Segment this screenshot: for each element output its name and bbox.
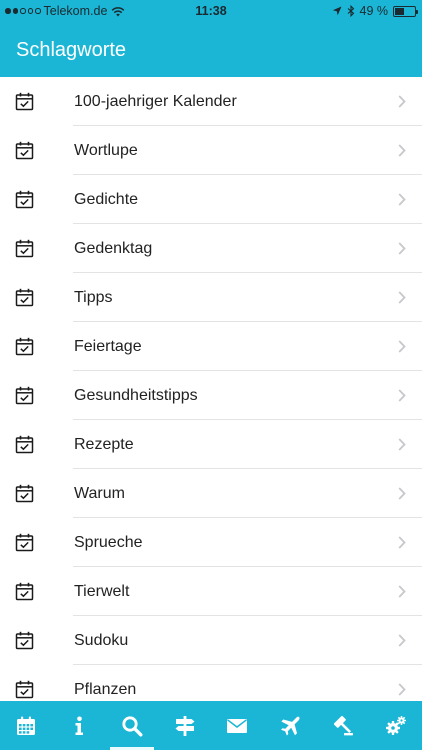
calendar-check-icon (15, 435, 34, 454)
chevron-right-icon (398, 536, 406, 549)
location-arrow-icon (332, 6, 341, 16)
list-item-label: Tierwelt (74, 583, 130, 600)
tab-gavel[interactable] (317, 701, 370, 750)
chevron-right-icon (398, 634, 406, 647)
calendar-check-icon (15, 680, 34, 699)
list-item[interactable]: Sudoku (0, 616, 422, 665)
keyword-list: 100-jaehriger Kalender Wortlupe Gedichte (0, 77, 422, 701)
tab-signpost[interactable] (158, 701, 211, 750)
page-title: Schlagworte (16, 39, 127, 61)
battery-level (395, 7, 405, 15)
list-item-label: Pflanzen (74, 681, 137, 698)
chevron-right-icon (398, 438, 406, 451)
airplane-icon (279, 715, 301, 737)
chevron-right-icon (398, 144, 406, 157)
chevron-right-icon (398, 487, 406, 500)
list-item-label: Wortlupe (74, 142, 138, 159)
tab-info[interactable] (53, 701, 106, 750)
battery-icon (393, 5, 418, 17)
tab-calendar[interactable] (0, 701, 53, 750)
list-item-label: Sudoku (74, 632, 129, 649)
list-item-label: Feiertage (74, 338, 142, 355)
list-item[interactable]: Warum (0, 469, 422, 518)
calendar-icon (15, 715, 37, 737)
list-item[interactable]: Tierwelt (0, 567, 422, 616)
chevron-right-icon (398, 193, 406, 206)
chevron-right-icon (398, 291, 406, 304)
search-icon (121, 715, 143, 737)
list-item-label: 100-jaehriger Kalender (74, 93, 237, 110)
list-item-label: Gedichte (74, 191, 139, 208)
tab-search[interactable] (106, 701, 159, 750)
list-item[interactable]: Pflanzen (0, 665, 422, 701)
tab-bar (0, 701, 422, 750)
list-item-label: Warum (74, 485, 125, 502)
list-item[interactable]: Wortlupe (0, 126, 422, 175)
calendar-check-icon (15, 337, 34, 356)
status-right: 49 % (332, 0, 418, 22)
gears-icon (385, 715, 407, 737)
chevron-right-icon (398, 340, 406, 353)
list-item-label: Gesundheitstipps (74, 387, 198, 404)
tab-airplane[interactable] (264, 701, 317, 750)
list-item[interactable]: Gedenktag (0, 224, 422, 273)
navigation-header: Telekom.de 11:38 49 % Schlagworte (0, 0, 422, 77)
calendar-check-icon (15, 141, 34, 160)
battery-percentage: 49 % (359, 4, 389, 18)
list-item[interactable]: Gedichte (0, 175, 422, 224)
calendar-check-icon (15, 92, 34, 111)
calendar-check-icon (15, 239, 34, 258)
list-item[interactable]: Rezepte (0, 420, 422, 469)
calendar-check-icon (15, 190, 34, 209)
calendar-check-icon (15, 484, 34, 503)
list-item[interactable]: Sprueche (0, 518, 422, 567)
list-item[interactable]: Gesundheitstipps (0, 371, 422, 420)
calendar-check-icon (15, 533, 34, 552)
list-item-label: Rezepte (74, 436, 134, 453)
list-item-label: Gedenktag (74, 240, 153, 257)
calendar-check-icon (15, 631, 34, 650)
calendar-check-icon (15, 288, 34, 307)
list-item-label: Tipps (74, 289, 113, 306)
list-item[interactable]: 100-jaehriger Kalender (0, 77, 422, 126)
list-item-label: Sprueche (74, 534, 143, 551)
calendar-check-icon (15, 582, 34, 601)
list-item[interactable]: Feiertage (0, 322, 422, 371)
chevron-right-icon (398, 389, 406, 402)
chevron-right-icon (398, 95, 406, 108)
tab-gears[interactable] (369, 701, 422, 750)
info-icon (68, 715, 90, 737)
envelope-icon (226, 715, 248, 737)
chevron-right-icon (398, 585, 406, 598)
list-item[interactable]: Tipps (0, 273, 422, 322)
gavel-icon (332, 715, 354, 737)
chevron-right-icon (398, 242, 406, 255)
bluetooth-icon (347, 5, 354, 17)
signpost-icon (174, 715, 196, 737)
calendar-check-icon (15, 386, 34, 405)
status-bar: Telekom.de 11:38 49 % (0, 0, 422, 22)
chevron-right-icon (398, 683, 406, 696)
tab-envelope[interactable] (211, 701, 264, 750)
